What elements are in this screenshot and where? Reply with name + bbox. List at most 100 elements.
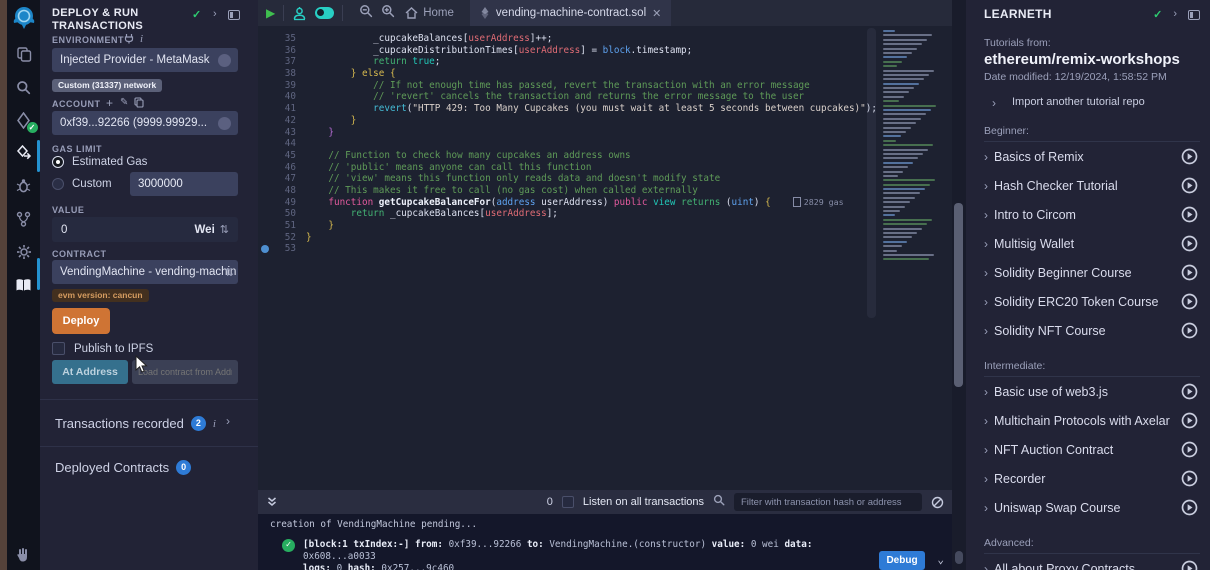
run-script-icon[interactable]: ▶ <box>266 6 275 20</box>
line-number[interactable]: 52 <box>258 232 296 244</box>
learneth-collapse-icon[interactable]: › <box>1173 8 1177 20</box>
tutorial-item[interactable]: ›Recorder <box>984 464 1200 493</box>
publish-ipfs-option[interactable]: Publish to IPFS <box>52 342 153 355</box>
line-number[interactable]: 48 <box>258 185 296 197</box>
play-tutorial-icon[interactable] <box>1181 441 1198 458</box>
tutorial-item[interactable]: ›Uniswap Swap Course <box>984 493 1200 522</box>
tutorial-item[interactable]: ›Solidity NFT Course <box>984 316 1200 345</box>
line-number[interactable]: 42 <box>258 115 296 127</box>
listen-transactions-checkbox[interactable] <box>562 496 574 508</box>
code-line[interactable]: 41 revert("HTTP 429: Too Many Cupcakes (… <box>258 103 952 115</box>
home-tab[interactable]: Home <box>405 7 454 19</box>
code-line[interactable]: 49 function getCupcakeBalanceFor(address… <box>258 197 952 209</box>
estimated-gas-radio[interactable] <box>52 156 64 168</box>
custom-gas-input[interactable] <box>130 172 238 196</box>
code-line[interactable]: 47 // 'view' means this function only re… <box>258 173 952 185</box>
solidity-compiler-icon[interactable]: ✓ <box>14 110 34 130</box>
scrollbar-thumb[interactable] <box>954 203 963 387</box>
code-editor[interactable]: 35 _cupcakeBalances[userAddress]++;36 _c… <box>258 26 952 490</box>
environment-info-icon[interactable]: i <box>140 33 143 45</box>
code-line[interactable]: 53 <box>258 243 952 255</box>
source-control-icon[interactable] <box>14 209 34 229</box>
line-number[interactable]: 44 <box>258 138 296 150</box>
play-tutorial-icon[interactable] <box>1181 293 1198 310</box>
tutorial-item[interactable]: ›NFT Auction Contract <box>984 435 1200 464</box>
tutorial-item[interactable]: ›Basic use of web3.js <box>984 377 1200 406</box>
tutorial-item[interactable]: ›All about Proxy Contracts <box>984 554 1200 570</box>
play-tutorial-icon[interactable] <box>1181 177 1198 194</box>
code-line[interactable]: 46 // 'public' means anyone can call thi… <box>258 162 952 174</box>
play-tutorial-icon[interactable] <box>1181 383 1198 400</box>
line-number[interactable]: 45 <box>258 150 296 162</box>
code-line[interactable]: 39 // If not enough time has passed, rev… <box>258 80 952 92</box>
line-number[interactable]: 50 <box>258 208 296 220</box>
tab-close-icon[interactable]: ✕ <box>652 7 661 20</box>
line-number[interactable]: 41 <box>258 103 296 115</box>
code-line[interactable]: 50 return _cupcakeBalances[userAddress]; <box>258 208 952 220</box>
debug-button[interactable]: Debug <box>879 551 925 570</box>
plugin-scrollbar[interactable] <box>952 0 966 570</box>
line-number[interactable]: 43 <box>258 127 296 139</box>
custom-gas-option[interactable]: Custom <box>52 178 112 190</box>
tutorial-item[interactable]: ›Intro to Circom <box>984 200 1200 229</box>
collapse-panel-icon[interactable]: › <box>213 8 217 20</box>
transactions-expand-icon[interactable]: › <box>226 414 230 428</box>
play-tutorial-icon[interactable] <box>1181 499 1198 516</box>
value-input-group[interactable]: 0 Wei ⇅ <box>52 217 238 242</box>
tx-expand-icon[interactable]: ⌄ <box>937 553 944 566</box>
at-address-button[interactable]: At Address <box>52 360 128 384</box>
hand-icon[interactable] <box>14 546 34 566</box>
estimated-gas-option[interactable]: Estimated Gas <box>52 156 147 168</box>
play-tutorial-icon[interactable] <box>1181 148 1198 165</box>
environment-select[interactable]: Injected Provider - MetaMask <box>52 48 238 72</box>
value-unit-select[interactable]: Wei <box>195 224 215 236</box>
play-tutorial-icon[interactable] <box>1181 470 1198 487</box>
line-number[interactable]: 47 <box>258 173 296 185</box>
play-tutorial-icon[interactable] <box>1181 264 1198 281</box>
debugger-icon[interactable] <box>14 176 34 196</box>
pin-panel-icon[interactable] <box>228 10 240 20</box>
line-number[interactable]: 37 <box>258 56 296 68</box>
tutorial-item[interactable]: ›Basics of Remix <box>984 142 1200 171</box>
contract-select[interactable]: VendingMachine - vending-machin ⇅ <box>52 260 238 284</box>
value-amount[interactable]: 0 <box>61 224 67 236</box>
scrollbar-thumb-bottom[interactable] <box>955 551 963 564</box>
ai-copilot-icon[interactable] <box>292 6 307 21</box>
play-tutorial-icon[interactable] <box>1181 206 1198 223</box>
code-line[interactable]: 51 } <box>258 220 952 232</box>
learneth-pin-icon[interactable] <box>1188 10 1200 20</box>
account-select[interactable]: 0xf39...92266 (9999.99929... <box>52 111 238 135</box>
terminal-log[interactable]: creation of VendingMachine pending... ✓ … <box>258 514 952 570</box>
code-line[interactable]: 36 _cupcakeDistributionTimes[userAddress… <box>258 45 952 57</box>
copy-account-icon[interactable] <box>134 97 144 108</box>
tutorial-item[interactable]: ›Solidity Beginner Course <box>984 258 1200 287</box>
clear-console-icon[interactable] <box>931 496 944 509</box>
unit-stepper-icon[interactable]: ⇅ <box>220 223 229 236</box>
import-tutorial-repo[interactable]: › Import another tutorial repo <box>992 96 1200 110</box>
remix-logo[interactable] <box>11 5 37 31</box>
publish-ipfs-checkbox[interactable] <box>52 342 65 355</box>
copilot-toggle[interactable] <box>315 7 334 19</box>
tutorial-item[interactable]: ›Multichain Protocols with Axelar <box>984 406 1200 435</box>
line-number[interactable]: 46 <box>258 162 296 174</box>
plug-icon[interactable] <box>124 33 134 44</box>
zoom-in-icon[interactable] <box>381 4 395 23</box>
learneth-plugin-icon[interactable] <box>14 275 34 295</box>
deploy-run-icon[interactable] <box>14 143 34 163</box>
code-line[interactable]: 48 // This makes it free to call (no gas… <box>258 185 952 197</box>
play-tutorial-icon[interactable] <box>1181 412 1198 429</box>
transactions-recorded-row[interactable]: Transactions recorded 2 i <box>55 416 216 431</box>
line-number[interactable]: 39 <box>258 80 296 92</box>
custom-gas-radio[interactable] <box>52 178 64 190</box>
code-line[interactable]: 52} <box>258 232 952 244</box>
add-account-icon[interactable]: + <box>106 96 113 110</box>
code-line[interactable]: 38 } else { <box>258 68 952 80</box>
settings-icon[interactable] <box>14 242 34 262</box>
play-tutorial-icon[interactable] <box>1181 235 1198 252</box>
transaction-log-entry[interactable]: ✓ [block:1 txIndex:-] from: 0xf39...9226… <box>270 539 952 570</box>
terminal-filter-input[interactable] <box>734 493 922 511</box>
tab-vending-machine-contract[interactable]: vending-machine-contract.sol ✕ <box>470 0 671 26</box>
line-number[interactable]: 51 <box>258 220 296 232</box>
editor-scrollbar[interactable] <box>867 28 876 318</box>
file-explorer-icon[interactable] <box>14 44 34 64</box>
